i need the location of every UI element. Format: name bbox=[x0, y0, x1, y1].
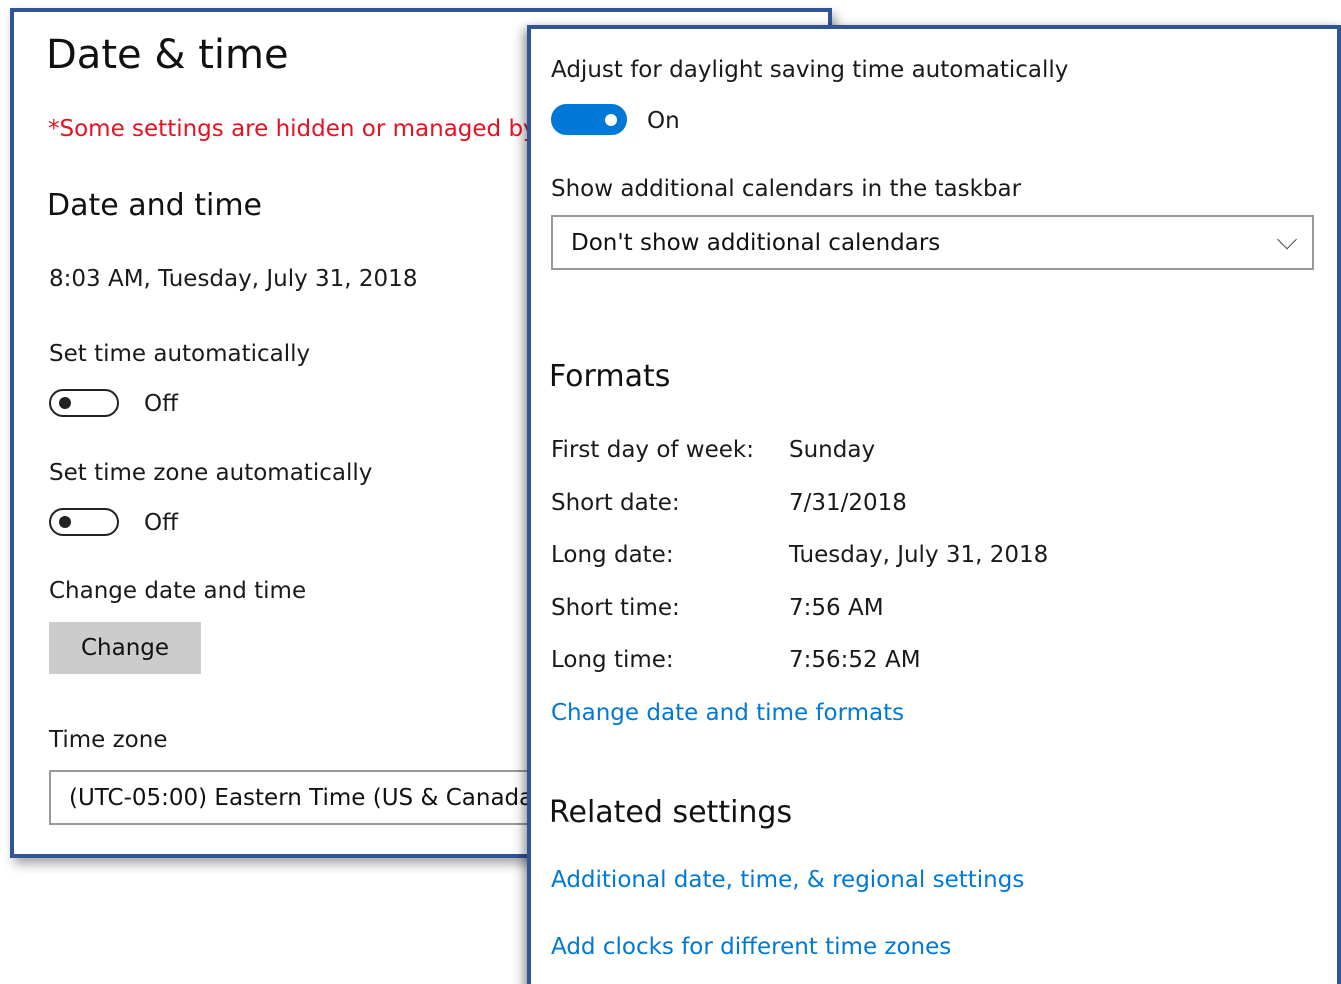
dst-label: Adjust for daylight saving time automati… bbox=[551, 57, 1069, 83]
additional-calendars-label: Show additional calendars in the taskbar bbox=[551, 176, 1022, 202]
format-label-first-day: First day of week: bbox=[551, 437, 754, 463]
dst-state: On bbox=[647, 108, 680, 134]
set-time-auto-toggle[interactable] bbox=[49, 389, 119, 417]
additional-calendars-value: Don't show additional calendars bbox=[571, 229, 941, 256]
additional-regional-settings-link[interactable]: Additional date, time, & regional settin… bbox=[551, 867, 1024, 893]
page-title: Date & time bbox=[46, 32, 289, 78]
set-timezone-auto-state: Off bbox=[144, 510, 178, 536]
chevron-down-icon bbox=[1277, 229, 1297, 249]
section-heading-date-and-time: Date and time bbox=[47, 188, 262, 223]
screenshot-stage: Date & time *Some settings are hidden or… bbox=[0, 0, 1341, 984]
set-timezone-auto-label: Set time zone automatically bbox=[49, 460, 373, 486]
format-label-short-time: Short time: bbox=[551, 595, 680, 621]
change-button[interactable]: Change bbox=[49, 622, 201, 674]
format-label-long-date: Long date: bbox=[551, 542, 674, 568]
set-time-auto-state: Off bbox=[144, 391, 178, 417]
managed-settings-warning: *Some settings are hidden or managed by bbox=[48, 116, 537, 142]
format-value-short-date: 7/31/2018 bbox=[789, 490, 907, 516]
change-date-time-label: Change date and time bbox=[49, 578, 307, 604]
set-timezone-auto-toggle[interactable] bbox=[49, 508, 119, 536]
change-formats-link[interactable]: Change date and time formats bbox=[551, 700, 904, 726]
timezone-label: Time zone bbox=[49, 727, 168, 753]
format-label-long-time: Long time: bbox=[551, 647, 674, 673]
date-time-settings-panel-continued: Adjust for daylight saving time automati… bbox=[527, 25, 1341, 984]
formats-heading: Formats bbox=[549, 359, 671, 394]
toggle-knob bbox=[59, 516, 71, 528]
related-settings-heading: Related settings bbox=[549, 795, 793, 830]
format-value-first-day: Sunday bbox=[789, 437, 876, 463]
current-datetime: 8:03 AM, Tuesday, July 31, 2018 bbox=[49, 266, 418, 292]
format-value-long-date: Tuesday, July 31, 2018 bbox=[789, 542, 1049, 568]
timezone-select-value: (UTC-05:00) Eastern Time (US & Canada) bbox=[69, 784, 543, 811]
format-value-short-time: 7:56 AM bbox=[789, 595, 884, 621]
additional-calendars-select[interactable]: Don't show additional calendars bbox=[551, 215, 1314, 270]
format-label-short-date: Short date: bbox=[551, 490, 680, 516]
format-value-long-time: 7:56:52 AM bbox=[789, 647, 921, 673]
dst-toggle[interactable] bbox=[551, 104, 627, 135]
toggle-knob bbox=[605, 114, 617, 126]
toggle-knob bbox=[59, 397, 71, 409]
add-clocks-link[interactable]: Add clocks for different time zones bbox=[551, 934, 951, 960]
set-time-auto-label: Set time automatically bbox=[49, 341, 311, 367]
